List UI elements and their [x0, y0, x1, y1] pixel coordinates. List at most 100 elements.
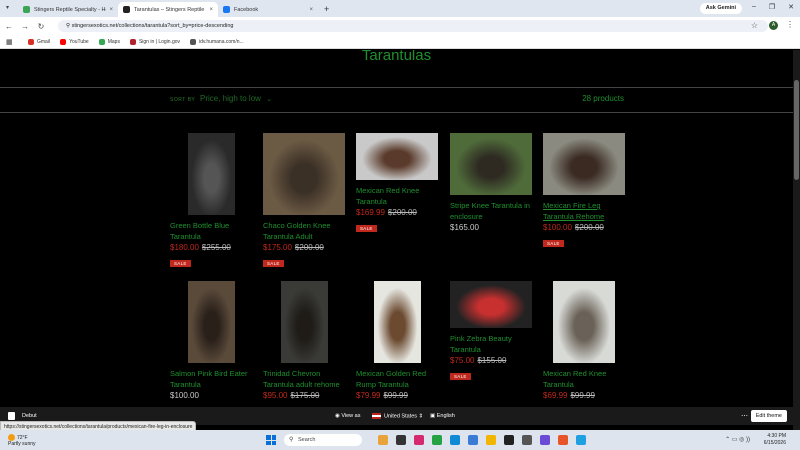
product-name[interactable]: Mexican Red Knee Tarantula: [356, 185, 438, 207]
bookmark-item[interactable]: Sign in | Login.gov: [129, 38, 180, 45]
app-icon[interactable]: [378, 435, 388, 445]
more-options-icon[interactable]: ⋯: [741, 412, 748, 420]
scrollbar-thumb[interactable]: [794, 80, 799, 180]
compare-at-price: $200.00: [387, 208, 417, 217]
browser-menu-icon[interactable]: ⋮: [786, 20, 794, 29]
browser-tab[interactable]: Facebook ×: [218, 2, 318, 17]
app-icon[interactable]: [396, 435, 406, 445]
product-card[interactable]: Mexican Red Knee Tarantula $169.99 $200.00…: [356, 133, 438, 235]
product-name[interactable]: Trinidad Chevron Tarantula adult rehome: [263, 368, 345, 390]
file-explorer-icon[interactable]: [486, 435, 496, 445]
browser-tab[interactable]: Tarantulas – Stingers Reptile Sp… ×: [118, 2, 218, 17]
taskbar-search[interactable]: ⚲ Search: [284, 434, 362, 446]
product-prices: $100.00: [170, 391, 252, 400]
clock[interactable]: 4:30 PM 6/15/2026: [764, 433, 786, 447]
product-name[interactable]: Stripe Knee Tarantula in enclosure: [450, 200, 532, 222]
edge-icon[interactable]: [450, 435, 460, 445]
tab-favicon-icon: [23, 6, 30, 13]
back-icon[interactable]: ←: [2, 22, 16, 31]
edit-theme-button[interactable]: Edit theme: [750, 410, 787, 422]
view-as-label: ◉ View as: [335, 413, 361, 419]
product-name[interactable]: Pink Zebra Beauty Tarantula: [450, 333, 532, 355]
bookmark-star-icon[interactable]: ☆: [751, 21, 758, 30]
product-image[interactable]: [374, 281, 421, 363]
minimize-icon[interactable]: –: [752, 3, 756, 11]
new-tab-button[interactable]: +: [324, 2, 329, 17]
page-scrollbar[interactable]: [793, 50, 800, 430]
divider: [0, 87, 793, 88]
ask-gemini-button[interactable]: Ask Gemini: [699, 3, 742, 14]
chrome-icon[interactable]: [576, 435, 586, 445]
tab-search-icon[interactable]: ▾: [6, 4, 14, 11]
weather-widget[interactable]: 72°F Partly sunny: [8, 434, 36, 447]
bookmark-favicon-icon: [190, 38, 197, 45]
product-image[interactable]: [188, 281, 235, 363]
language-selector[interactable]: ▣ English: [430, 413, 455, 419]
apps-grid-icon[interactable]: ▦: [6, 38, 16, 46]
product-image[interactable]: [263, 133, 345, 215]
product-image[interactable]: [188, 133, 235, 215]
product-card[interactable]: Mexican Fire Leg Tarantula Rehome $100.00…: [543, 133, 625, 250]
product-price: $100.00: [170, 391, 199, 400]
tab-title: Stingers Reptile Specialty - Ho…: [34, 6, 107, 13]
product-name[interactable]: Salmon Pink Bird Eater Tarantula: [170, 368, 252, 390]
app-icon[interactable]: [558, 435, 568, 445]
sort-by-label: SORT BY: [170, 97, 196, 103]
site-info-icon[interactable]: ⚲: [66, 23, 70, 29]
product-prices: $175.00 $200.00: [263, 243, 345, 252]
windows-start-icon[interactable]: [266, 435, 276, 445]
address-bar[interactable]: ⚲ stingersexotics.net/collections/tarant…: [58, 20, 768, 32]
close-window-icon[interactable]: ✕: [788, 3, 794, 11]
close-tab-icon[interactable]: ×: [309, 7, 313, 13]
close-tab-icon[interactable]: ×: [109, 7, 113, 13]
product-card[interactable]: Mexican Golden Red Rump Tarantula $79.99 $…: [356, 281, 438, 400]
bookmark-item[interactable]: Gmail: [28, 38, 50, 45]
close-tab-icon[interactable]: ×: [209, 7, 213, 13]
product-image[interactable]: [281, 281, 328, 363]
product-card[interactable]: Trinidad Chevron Tarantula adult rehome $…: [263, 281, 345, 400]
product-card[interactable]: Mexican Red Knee Tarantula $69.99 $99.99: [543, 281, 625, 400]
weather-text: Partly sunny: [8, 441, 36, 447]
profile-avatar[interactable]: A: [769, 21, 778, 30]
product-prices: $95.00 $175.00: [263, 391, 345, 400]
browser-tab[interactable]: Stingers Reptile Specialty - Ho… ×: [18, 2, 118, 17]
app-icon[interactable]: [522, 435, 532, 445]
bookmark-item[interactable]: YouTube: [60, 38, 89, 45]
product-image[interactable]: [553, 281, 615, 363]
whatsapp-icon[interactable]: [432, 435, 442, 445]
sort-select[interactable]: Price, high to low ⌄: [200, 94, 272, 103]
system-tray[interactable]: ⌃ ▭ ◎ )): [725, 436, 750, 443]
product-card[interactable]: Pink Zebra Beauty Tarantula $75.00 $155.00…: [450, 281, 532, 383]
instagram-icon[interactable]: [414, 435, 424, 445]
product-name[interactable]: Mexican Golden Red Rump Tarantula: [356, 368, 438, 390]
sale-badge: SALE: [170, 260, 191, 267]
bookmark-label: Maps: [107, 38, 120, 45]
bookmark-item[interactable]: idv.humana.com/n...: [190, 38, 244, 45]
time: 4:30 PM: [767, 433, 786, 439]
compare-at-price: $175.00: [290, 391, 320, 400]
restore-icon[interactable]: ❐: [769, 3, 775, 11]
taskbar-apps: [378, 435, 586, 445]
product-card[interactable]: Green Bottle Blue Tarantula $180.00 $255.0…: [170, 133, 252, 270]
product-name[interactable]: Mexican Red Knee Tarantula: [543, 368, 625, 390]
forward-icon[interactable]: →: [18, 22, 32, 31]
product-image[interactable]: [450, 281, 532, 328]
product-image[interactable]: [356, 133, 438, 180]
compare-at-price: $99.99: [383, 391, 408, 400]
product-card[interactable]: Salmon Pink Bird Eater Tarantula $100.00: [170, 281, 252, 400]
product-name[interactable]: Green Bottle Blue Tarantula: [170, 220, 252, 242]
app-icon[interactable]: [468, 435, 478, 445]
bookmark-item[interactable]: Maps: [98, 38, 120, 45]
reload-icon[interactable]: ↻: [34, 22, 48, 31]
app-icon[interactable]: [540, 435, 550, 445]
app-icon[interactable]: [504, 435, 514, 445]
country-selector[interactable]: United States ⇕: [372, 413, 423, 419]
product-prices: $180.00 $255.00: [170, 243, 252, 252]
product-image[interactable]: [450, 133, 532, 195]
product-card[interactable]: Chaco Golden Knee Tarantula Adult $175.00…: [263, 133, 345, 270]
product-image[interactable]: [543, 133, 625, 195]
product-card[interactable]: Stripe Knee Tarantula in enclosure $165.0…: [450, 133, 532, 232]
product-name[interactable]: Chaco Golden Knee Tarantula Adult: [263, 220, 345, 242]
compare-at-price: $99.99: [570, 391, 595, 400]
product-name[interactable]: Mexican Fire Leg Tarantula Rehome: [543, 200, 625, 222]
